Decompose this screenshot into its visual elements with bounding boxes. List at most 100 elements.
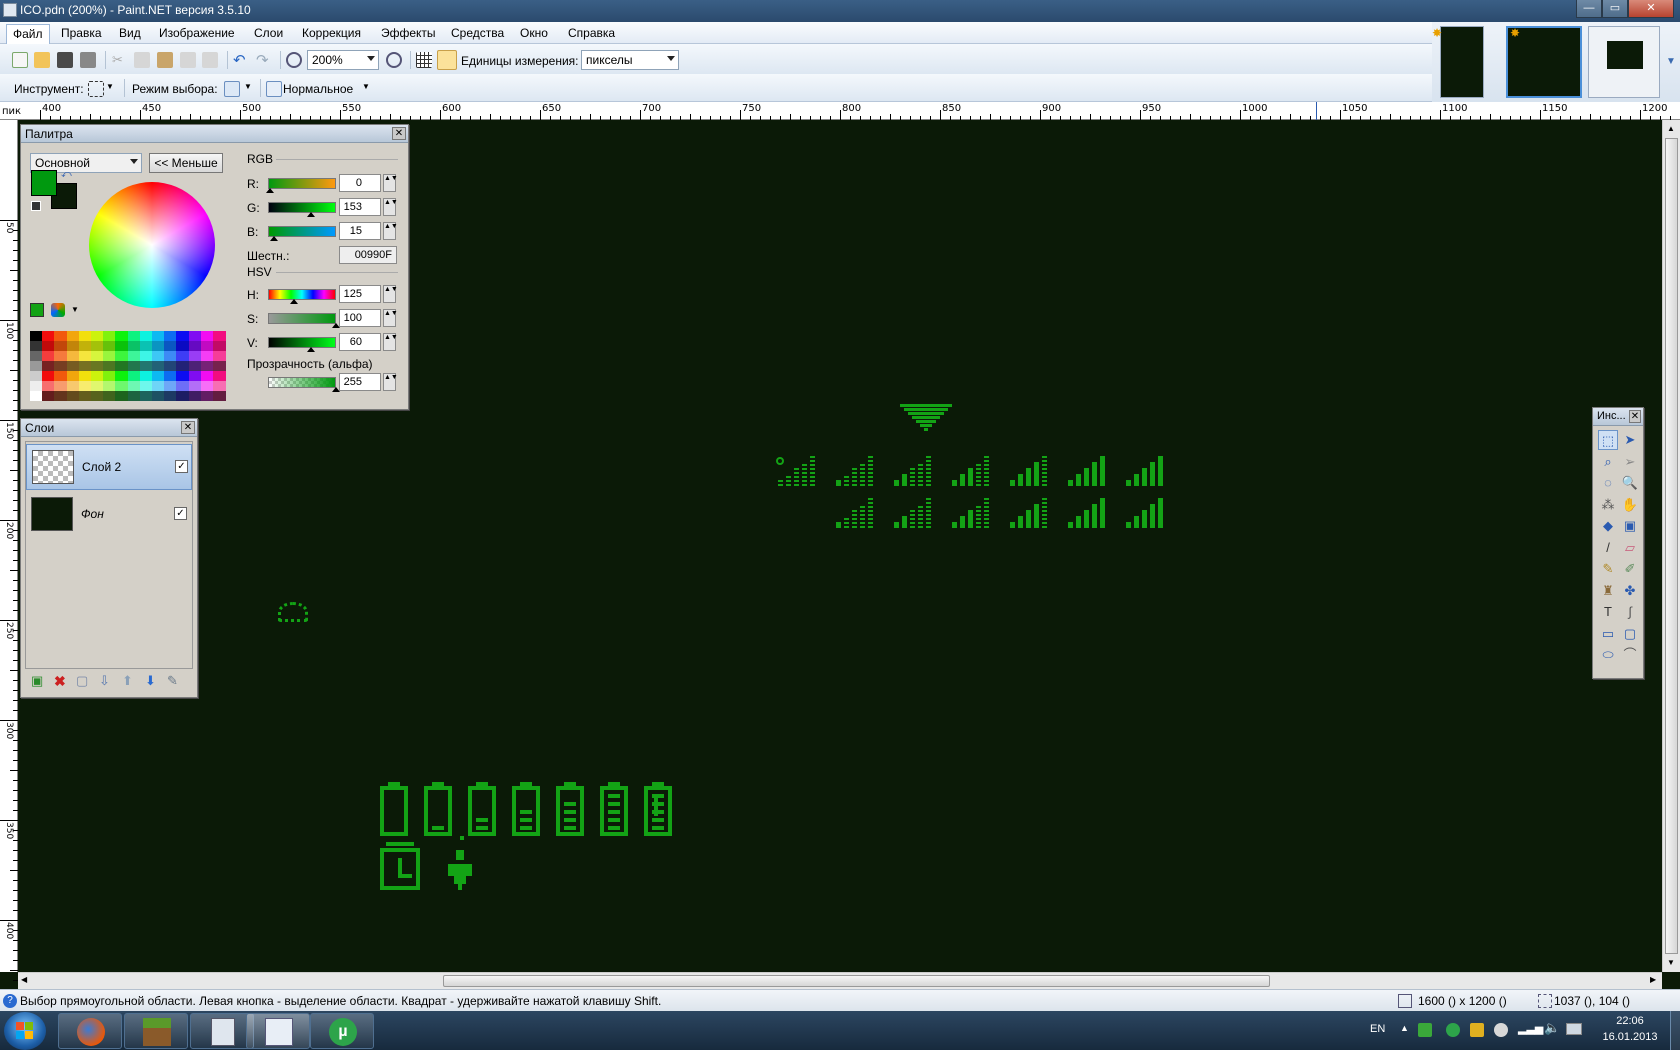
palette-swatch[interactable] <box>127 381 141 391</box>
menu-adjustments[interactable]: Коррекция <box>302 26 361 40</box>
menu-effects[interactable]: Эффекты <box>381 26 436 40</box>
move-layer-down-icon[interactable]: ⬇ <box>145 673 156 689</box>
palette-swatch[interactable] <box>78 331 92 341</box>
tray-app-icon[interactable] <box>1470 1023 1484 1037</box>
paste-icon[interactable] <box>157 52 173 68</box>
layer-visibility-checkbox[interactable]: ✓ <box>175 460 188 473</box>
pencil-tool-icon[interactable]: ✎ <box>1598 559 1618 579</box>
palette-swatch[interactable] <box>42 391 56 401</box>
g-slider-marker[interactable] <box>307 212 315 217</box>
palette-swatch[interactable] <box>139 351 153 361</box>
palette-swatch[interactable] <box>164 351 178 361</box>
palette-swatch[interactable] <box>176 381 190 391</box>
zoom-combo[interactable]: 200% <box>307 50 379 70</box>
taskbar-paintnet[interactable] <box>246 1013 310 1049</box>
palette-swatch[interactable] <box>127 391 141 401</box>
h-slider-marker[interactable] <box>290 299 298 304</box>
horizontal-scrollbar[interactable]: ◀ ▶ <box>18 972 1662 989</box>
palette-swatch[interactable] <box>200 361 214 371</box>
rulers-icon[interactable] <box>437 50 457 70</box>
move-selected-pixels-icon[interactable]: ➤ <box>1620 430 1640 450</box>
b-input[interactable]: 15 <box>339 222 381 240</box>
start-button[interactable] <box>4 1012 46 1050</box>
new-icon[interactable] <box>12 52 28 68</box>
palette-swatch[interactable] <box>42 361 56 371</box>
palette-swatch[interactable] <box>152 331 165 341</box>
gradient-tool-icon[interactable]: ▣ <box>1620 516 1640 536</box>
scroll-left-icon[interactable]: ◀ <box>21 975 27 984</box>
palette-swatch[interactable] <box>213 361 226 371</box>
palette-swatch[interactable] <box>54 351 68 361</box>
palette-swatch[interactable] <box>42 381 56 391</box>
palette-swatch[interactable] <box>78 371 92 381</box>
layer-row[interactable]: Слой 2 ✓ <box>26 444 192 490</box>
eraser-tool-icon[interactable]: ▱ <box>1620 538 1640 558</box>
r-slider-marker[interactable] <box>266 188 274 193</box>
tray-utorrent-icon[interactable] <box>1446 1023 1460 1037</box>
palette-swatch[interactable] <box>78 351 92 361</box>
palette-swatch[interactable] <box>103 371 117 381</box>
palette-swatch[interactable] <box>115 391 129 401</box>
palette-swatch[interactable] <box>200 351 214 361</box>
palette-swatch[interactable] <box>103 381 117 391</box>
selection-mode-icon[interactable] <box>224 81 240 97</box>
s-slider[interactable] <box>268 313 336 324</box>
palette-swatch[interactable] <box>42 351 56 361</box>
less-button[interactable]: << Меньше <box>149 153 223 173</box>
pan-tool-icon[interactable]: ✋ <box>1620 495 1640 515</box>
palette-swatch[interactable] <box>213 371 226 381</box>
chevron-down-icon[interactable]: ▼ <box>106 82 122 98</box>
r-input[interactable]: 0 <box>339 174 381 192</box>
language-indicator[interactable]: EN <box>1370 1023 1385 1035</box>
add-layer-icon[interactable]: ▣ <box>31 673 43 689</box>
clone-stamp-tool-icon[interactable]: ♜ <box>1598 581 1618 601</box>
layer-row[interactable]: Фон ✓ <box>26 492 192 538</box>
palette-swatch[interactable] <box>152 351 165 361</box>
rectangle-tool-icon[interactable]: ▭ <box>1598 624 1618 644</box>
palette-swatch[interactable] <box>42 341 56 351</box>
alpha-input[interactable]: 255 <box>339 373 381 391</box>
menu-utilities[interactable]: Средства <box>451 26 504 40</box>
palette-swatch[interactable] <box>213 331 226 341</box>
print-icon[interactable] <box>80 52 96 68</box>
minimize-button[interactable]: — <box>1576 0 1602 18</box>
palette-swatch[interactable] <box>91 351 104 361</box>
close-button[interactable]: ✕ <box>1628 0 1674 18</box>
copy-icon[interactable] <box>134 52 150 68</box>
palette-menu-icon[interactable] <box>51 303 65 317</box>
tray-expand-icon[interactable]: ▲ <box>1400 1023 1409 1033</box>
g-slider[interactable] <box>268 202 336 213</box>
palette-swatch[interactable] <box>115 371 129 381</box>
palette-swatch[interactable] <box>54 361 68 371</box>
palette-swatch[interactable] <box>213 391 226 401</box>
palette-swatch[interactable] <box>164 331 178 341</box>
taskbar-calculator[interactable] <box>190 1013 254 1049</box>
paintbrush-tool-icon[interactable]: / <box>1598 538 1618 558</box>
deselect-icon[interactable] <box>202 52 218 68</box>
palette-swatch[interactable] <box>30 341 43 351</box>
palette-swatch[interactable] <box>213 341 226 351</box>
layer-properties-icon[interactable]: ✎ <box>167 673 178 689</box>
palette-swatch[interactable] <box>91 381 104 391</box>
palette-swatch[interactable] <box>164 371 178 381</box>
swap-colors-icon[interactable]: ⤺ <box>61 169 72 180</box>
scroll-up-icon[interactable]: ▲ <box>1667 124 1675 133</box>
palette-swatch[interactable] <box>152 361 165 371</box>
palette-swatch[interactable] <box>115 351 129 361</box>
palette-swatch[interactable] <box>127 331 141 341</box>
palette-swatch[interactable] <box>164 361 178 371</box>
menu-file[interactable]: Файл <box>6 24 50 44</box>
palette-swatch[interactable] <box>30 371 43 381</box>
palette-swatch[interactable] <box>200 331 214 341</box>
menu-image[interactable]: Изображение <box>159 26 235 40</box>
palette-swatch[interactable] <box>54 341 68 351</box>
vertical-scrollbar[interactable]: ▲ ▼ <box>1662 120 1680 972</box>
palette-swatch[interactable] <box>152 371 165 381</box>
palette-swatch[interactable] <box>200 371 214 381</box>
palette-swatch[interactable] <box>66 341 80 351</box>
palette-swatch[interactable] <box>127 351 141 361</box>
palette-swatch[interactable] <box>54 391 68 401</box>
palette-swatch[interactable] <box>176 371 190 381</box>
palette-swatch[interactable] <box>30 351 43 361</box>
s-input[interactable]: 100 <box>339 309 381 327</box>
